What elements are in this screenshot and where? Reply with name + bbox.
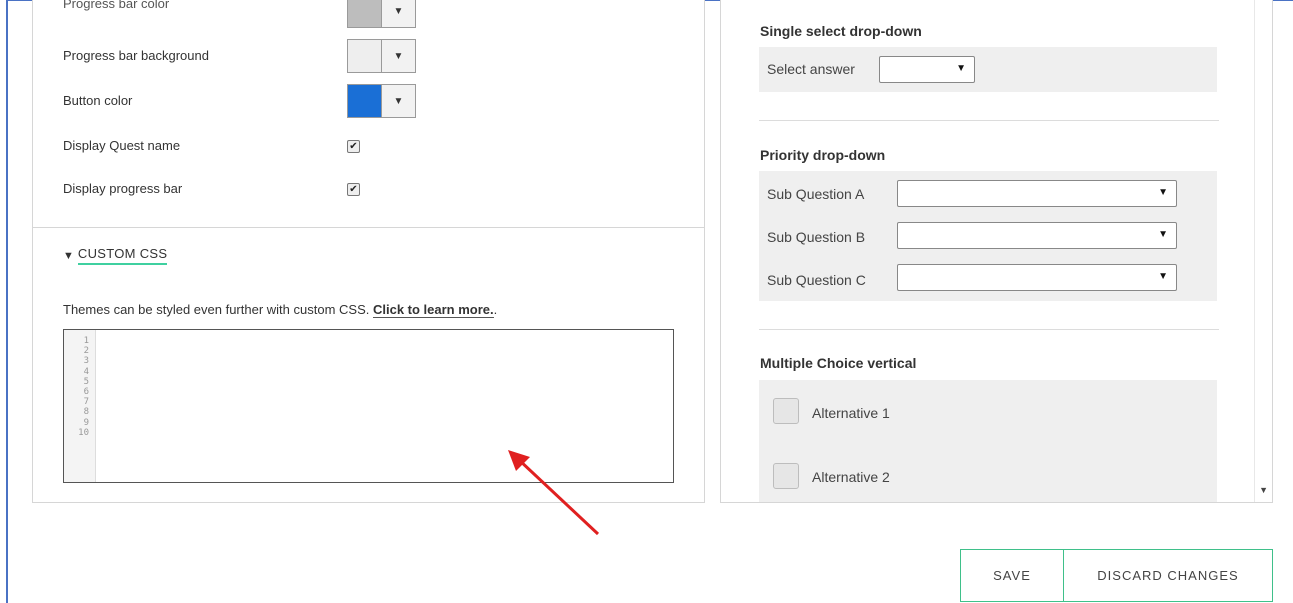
alternative-1-checkbox[interactable]: [773, 398, 799, 424]
frame-left-border: [6, 0, 8, 603]
alternative-1-label: Alternative 1: [812, 405, 890, 421]
single-select-dropdown[interactable]: ▼: [879, 56, 975, 83]
description-trailing: .: [493, 302, 498, 317]
single-select-box: Select answer ▼: [759, 47, 1217, 92]
chevron-down-icon: ▼: [382, 0, 415, 27]
custom-css-description-text: Themes can be styled even further with c…: [63, 302, 370, 317]
scroll-down-icon[interactable]: ▼: [1259, 485, 1268, 495]
progress-bar-color-swatch: [348, 0, 382, 27]
discard-changes-button[interactable]: DISCARD CHANGES: [1064, 550, 1272, 601]
custom-css-heading: CUSTOM CSS: [77, 246, 168, 265]
custom-css-description: Themes can be styled even further with c…: [63, 302, 498, 318]
single-select-title: Single select drop-down: [760, 23, 922, 39]
select-answer-label: Select answer: [767, 61, 855, 77]
section-divider: [759, 120, 1219, 121]
action-button-group: SAVE DISCARD CHANGES: [960, 549, 1273, 602]
display-quest-name-checkbox[interactable]: ✔: [347, 140, 360, 153]
preview-scrollbar[interactable]: ▼: [1254, 0, 1272, 502]
section-divider: [759, 329, 1219, 330]
button-color-swatch: [348, 85, 382, 117]
sub-question-b-dropdown[interactable]: ▼: [897, 222, 1177, 249]
progress-bar-color-picker[interactable]: ▼: [347, 0, 416, 28]
chevron-down-icon: ▼: [1158, 229, 1168, 240]
button-color-label: Button color: [63, 93, 133, 108]
multiple-choice-box: Alternative 1 Alternative 2: [759, 380, 1217, 502]
display-quest-name-label: Display Quest name: [63, 138, 181, 153]
preview-panel: Single select drop-down Select answer ▼ …: [720, 0, 1273, 503]
chevron-down-icon: ▼: [1158, 187, 1168, 198]
priority-box: Sub Question A ▼ Sub Question B ▼ Sub Qu…: [759, 171, 1217, 301]
progress-bar-background-label: Progress bar background: [63, 48, 209, 63]
sub-question-a-dropdown[interactable]: ▼: [897, 180, 1177, 207]
chevron-down-icon: ▼: [382, 85, 415, 117]
sub-question-b-label: Sub Question B: [767, 229, 866, 245]
sub-question-c-label: Sub Question C: [767, 272, 866, 288]
learn-more-link[interactable]: Click to learn more.: [372, 302, 494, 318]
chevron-down-icon: ▼: [382, 40, 415, 72]
priority-title: Priority drop-down: [760, 147, 886, 163]
sub-question-a-label: Sub Question A: [767, 186, 865, 202]
progress-bar-background-swatch: [348, 40, 382, 72]
chevron-down-icon: ▼: [1158, 271, 1168, 282]
triangle-down-icon: ▼: [63, 249, 74, 262]
display-progress-bar-label: Display progress bar: [63, 181, 183, 196]
progress-bar-color-label: Progress bar color: [63, 0, 170, 11]
custom-css-toggle[interactable]: ▼ CUSTOM CSS: [63, 246, 168, 265]
alternative-2-checkbox[interactable]: [773, 463, 799, 489]
alternative-2-label: Alternative 2: [812, 469, 890, 485]
annotation-arrow-icon: [508, 450, 600, 536]
theme-settings-panel: Progress bar color ▼ Progress bar backgr…: [32, 0, 705, 503]
save-button[interactable]: SAVE: [961, 550, 1064, 601]
display-progress-bar-checkbox[interactable]: ✔: [347, 183, 360, 196]
button-color-picker[interactable]: ▼: [347, 84, 416, 118]
panel-divider: [33, 227, 704, 228]
multiple-choice-title: Multiple Choice vertical: [760, 355, 917, 371]
chevron-down-icon: ▼: [956, 63, 966, 74]
sub-question-c-dropdown[interactable]: ▼: [897, 264, 1177, 291]
line-number-gutter: 1 2 3 4 5 6 7 8 9 10: [64, 330, 96, 482]
progress-bar-background-picker[interactable]: ▼: [347, 39, 416, 73]
